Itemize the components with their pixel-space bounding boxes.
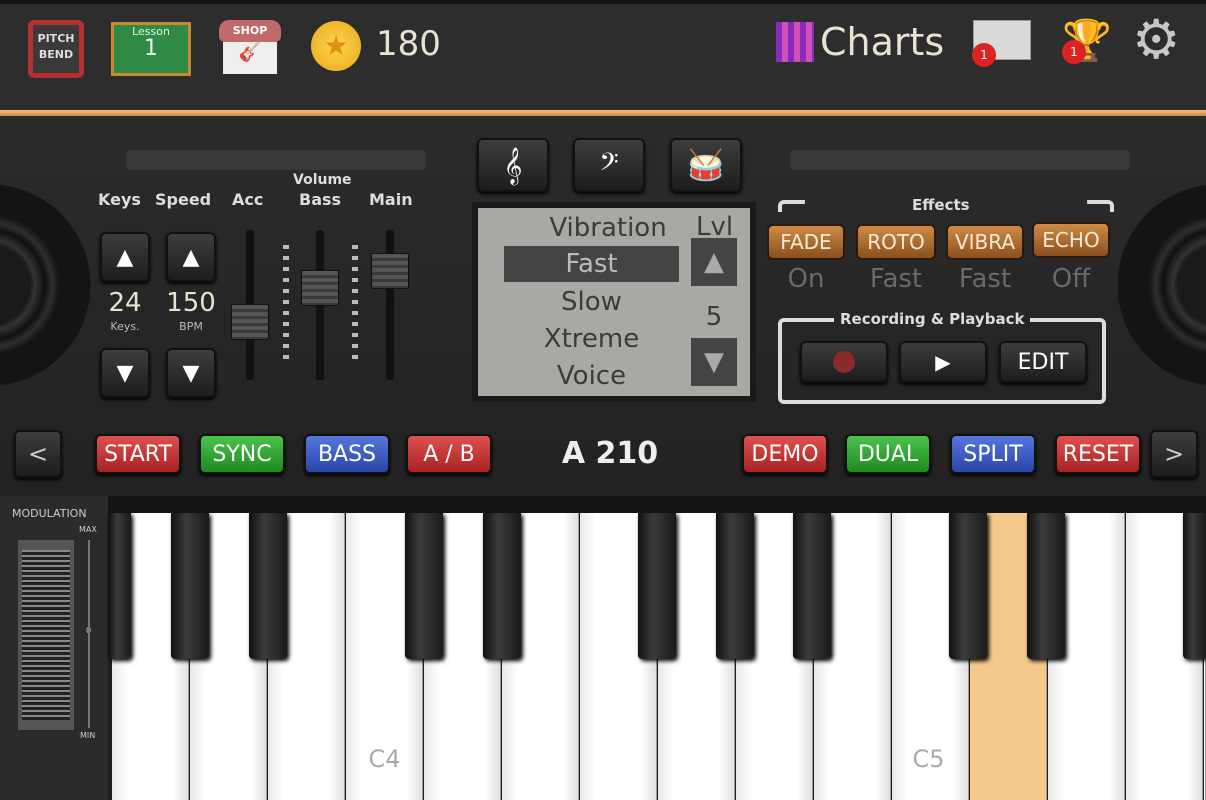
top-bar: PITCH BEND Lesson 1 SHOP 🎸 ★ 180 Charts …: [0, 0, 1206, 112]
black-key-f#3[interactable]: [108, 513, 131, 659]
pitch-bend-label: PITCH BEND: [33, 25, 79, 73]
display-option-voice[interactable]: Voice: [504, 358, 679, 394]
lesson-button[interactable]: Lesson 1: [111, 22, 191, 76]
keys-value: 24: [108, 288, 142, 318]
modulation-wheel[interactable]: [18, 540, 74, 730]
keyboard-backing: [108, 496, 1206, 514]
left-speaker: [0, 160, 92, 410]
effects-title: Effects: [912, 196, 970, 214]
fade-button[interactable]: FADE: [767, 224, 845, 260]
treble-clef-button[interactable]: 𝄞: [477, 138, 549, 192]
shop-button[interactable]: SHOP 🎸: [219, 20, 281, 78]
charts-icon: [776, 22, 814, 62]
display-option-xtreme[interactable]: Xtreme: [504, 321, 679, 357]
echo-value: Off: [1051, 264, 1091, 294]
black-key-g#4[interactable]: [716, 513, 754, 659]
roto-value: Fast: [869, 264, 923, 294]
bass-clef-button[interactable]: 𝄢: [573, 138, 645, 192]
black-key-d#4[interactable]: [483, 513, 521, 659]
modulation-min-label: MIN: [80, 731, 96, 740]
black-key-f#4[interactable]: [638, 513, 676, 659]
speed-unit: BPM: [179, 320, 203, 333]
display-option-fast[interactable]: Fast: [504, 246, 679, 282]
keys-label: Keys: [98, 190, 141, 209]
record-button[interactable]: [800, 341, 888, 383]
lcd-display: Vibration Lvl Fast Slow Xtreme Voice ▲ 5…: [472, 202, 756, 402]
trophy-icon[interactable]: 🏆 1: [1062, 16, 1112, 66]
bass-button[interactable]: BASS: [304, 434, 390, 474]
keys-down-button[interactable]: ▼: [100, 348, 150, 398]
edit-button[interactable]: EDIT: [999, 341, 1087, 383]
black-key-c#5[interactable]: [949, 513, 987, 659]
mail-icon[interactable]: 1: [972, 20, 1031, 67]
pitch-bend-button[interactable]: PITCH BEND: [28, 20, 84, 78]
charts-label: Charts: [820, 20, 945, 64]
modulation-scale: [88, 540, 90, 728]
modulation-max-label: MAX: [79, 525, 97, 534]
black-key-a#4[interactable]: [793, 513, 831, 659]
settings-gear-icon[interactable]: ⚙: [1132, 10, 1192, 70]
acc-level-dots: [283, 245, 289, 365]
play-button[interactable]: ▶: [899, 341, 987, 383]
coin-icon: ★: [311, 21, 361, 71]
black-key-g#3[interactable]: [171, 513, 209, 659]
key-label-c4: C4: [368, 745, 401, 773]
lvl-down-button[interactable]: ▼: [691, 338, 737, 386]
shop-icon: 🎸: [223, 42, 277, 74]
black-key-a#3[interactable]: [249, 513, 287, 659]
model-name: A 210: [561, 436, 659, 471]
fade-value: On: [787, 264, 825, 294]
grille-right: [790, 150, 1130, 170]
bass-level-dots: [352, 245, 358, 365]
grille-left: [126, 150, 426, 170]
modulation-title: MODULATION: [12, 507, 87, 520]
recording-title: Recording & Playback: [834, 310, 1031, 328]
bass-label: Bass: [299, 190, 342, 209]
speed-down-button[interactable]: ▼: [166, 348, 216, 398]
lesson-number: 1: [144, 36, 158, 61]
black-key-d#5[interactable]: [1027, 513, 1065, 659]
black-key-f#5[interactable]: [1183, 513, 1206, 659]
keys-unit: Keys.: [110, 320, 140, 333]
main-label: Main: [369, 190, 413, 209]
split-button[interactable]: SPLIT: [950, 434, 1036, 474]
charts-button[interactable]: Charts: [776, 20, 944, 64]
speed-up-button[interactable]: ▲: [166, 232, 216, 282]
sync-button[interactable]: SYNC: [199, 434, 285, 474]
reset-button[interactable]: RESET: [1055, 434, 1141, 474]
speed-label: Speed: [155, 190, 212, 209]
black-key-c#4[interactable]: [405, 513, 443, 659]
lvl-value: 5: [705, 302, 723, 332]
dual-button[interactable]: DUAL: [845, 434, 931, 474]
acc-slider-knob[interactable]: [231, 304, 269, 341]
trophy-badge: 1: [1062, 40, 1086, 64]
display-title: Vibration: [549, 213, 667, 243]
play-icon: ▶: [935, 350, 951, 374]
roto-button[interactable]: ROTO: [856, 224, 936, 260]
key-label-c5: C5: [912, 745, 945, 773]
echo-button[interactable]: ECHO: [1032, 222, 1110, 258]
main-slider-knob[interactable]: [371, 252, 409, 289]
acc-label: Acc: [232, 190, 264, 209]
start-button[interactable]: START: [95, 434, 181, 474]
right-speaker: [1118, 160, 1206, 410]
display-option-slow[interactable]: Slow: [504, 284, 679, 320]
volume-label: Volume: [293, 172, 352, 188]
next-button[interactable]: >: [1150, 430, 1198, 478]
bass-slider-knob[interactable]: [301, 269, 339, 306]
keys-up-button[interactable]: ▲: [100, 232, 150, 282]
demo-button[interactable]: DEMO: [742, 434, 828, 474]
coin-count: 180: [376, 24, 441, 64]
prev-button[interactable]: <: [14, 430, 62, 478]
vibra-value: Fast: [958, 264, 1012, 294]
drums-button[interactable]: 🥁: [670, 138, 742, 192]
speed-value: 150: [166, 288, 216, 318]
lvl-up-button[interactable]: ▲: [691, 238, 737, 286]
record-icon: [833, 351, 855, 373]
ab-button[interactable]: A / B: [406, 434, 492, 474]
shop-label: SHOP: [219, 20, 281, 42]
mail-badge: 1: [972, 43, 996, 67]
vibra-button[interactable]: VIBRA: [946, 224, 1024, 260]
